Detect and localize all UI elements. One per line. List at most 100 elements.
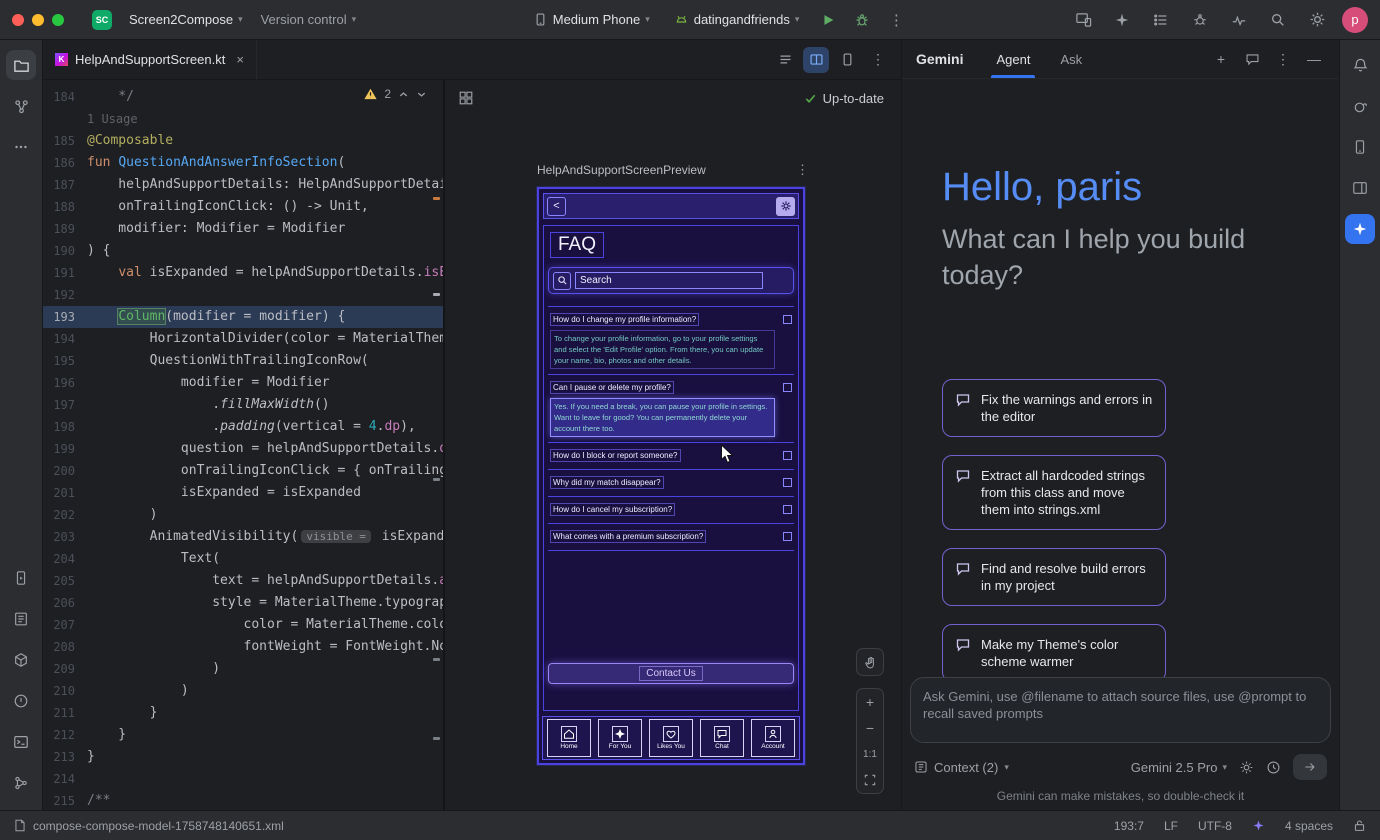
search-bar[interactable]: Search bbox=[548, 267, 794, 294]
nav-item-likes-you[interactable]: Likes You bbox=[649, 719, 693, 757]
profiler-icon[interactable] bbox=[1225, 6, 1253, 34]
minimize-window-button[interactable] bbox=[32, 14, 44, 26]
lock-icon[interactable] bbox=[1353, 819, 1366, 832]
split-view-icon[interactable] bbox=[803, 47, 829, 73]
preview-grid-view-icon[interactable] bbox=[458, 90, 474, 106]
code-line[interactable]: 186fun QuestionAndAnswerInfoSection( bbox=[43, 152, 443, 174]
gemini-tool-icon[interactable] bbox=[1345, 214, 1375, 244]
expand-icon[interactable] bbox=[783, 315, 792, 324]
faq-item[interactable]: How do I block or report someone? bbox=[548, 442, 794, 469]
ai-status-icon[interactable] bbox=[1252, 819, 1265, 832]
code-line[interactable]: 210 ) bbox=[43, 680, 443, 702]
new-chat-icon[interactable]: + bbox=[1210, 48, 1232, 70]
file-encoding[interactable]: UTF-8 bbox=[1198, 819, 1232, 833]
compose-preview-frame[interactable]: < FAQ Search How do I chan bbox=[537, 187, 805, 765]
terminal-icon[interactable] bbox=[6, 727, 36, 757]
faq-item[interactable]: Can I pause or delete my profile?Yes. If… bbox=[548, 374, 794, 442]
faq-item[interactable]: How do I cancel my subscription? bbox=[548, 496, 794, 523]
nav-item-chat[interactable]: Chat bbox=[700, 719, 744, 757]
code-line[interactable]: 208 fontWeight = FontWeight.Normal bbox=[43, 636, 443, 658]
faq-item[interactable]: How do I change my profile information?T… bbox=[548, 306, 794, 374]
faq-item[interactable]: What comes with a premium subscription? bbox=[548, 523, 794, 551]
search-input[interactable]: Search bbox=[575, 272, 763, 289]
more-tool-windows-icon[interactable] bbox=[6, 132, 36, 162]
code-line[interactable]: 212 } bbox=[43, 724, 443, 746]
expand-icon[interactable] bbox=[783, 383, 792, 392]
notifications-bell-icon[interactable] bbox=[1345, 50, 1375, 80]
expand-icon[interactable] bbox=[783, 505, 792, 514]
inspections-widget[interactable]: 2 bbox=[360, 85, 431, 103]
run-button[interactable] bbox=[814, 6, 842, 34]
code-line[interactable]: 201 isExpanded = isExpanded bbox=[43, 482, 443, 504]
device-mirroring-icon[interactable] bbox=[1069, 6, 1097, 34]
prompt-history-icon[interactable] bbox=[1266, 760, 1281, 775]
code-line[interactable]: 209 ) bbox=[43, 658, 443, 680]
gemini-kebab-icon[interactable]: ⋮ bbox=[1272, 48, 1294, 70]
code-line[interactable]: 193 Column(modifier = modifier) { bbox=[43, 306, 443, 328]
code-line[interactable]: 192 bbox=[43, 284, 443, 306]
code-editor[interactable]: 2 184 */1 Usage185@Composable186fun Ques… bbox=[43, 80, 443, 810]
gemini-settings-icon[interactable] bbox=[1239, 760, 1254, 775]
vcs-menu[interactable]: Version control▾ bbox=[252, 6, 366, 34]
code-line[interactable]: 1 Usage bbox=[43, 108, 443, 130]
stripe-mark[interactable] bbox=[433, 478, 440, 481]
ai-assistant-icon[interactable] bbox=[1108, 6, 1136, 34]
code-line[interactable]: 195 QuestionWithTrailingIconRow( bbox=[43, 350, 443, 372]
stripe-mark[interactable] bbox=[433, 737, 440, 740]
expand-icon[interactable] bbox=[783, 532, 792, 541]
project-tool-icon[interactable] bbox=[6, 50, 36, 80]
project-menu[interactable]: Screen2Compose▾ bbox=[120, 6, 252, 34]
editor-kebab-icon[interactable]: ⋮ bbox=[865, 47, 891, 73]
code-line[interactable]: 199 question = helpAndSupportDetails.que… bbox=[43, 438, 443, 460]
faq-item[interactable]: Why did my match disappear? bbox=[548, 469, 794, 496]
device-selector[interactable]: Medium Phone▾ bbox=[524, 6, 659, 34]
contact-us-button[interactable]: Contact Us bbox=[548, 663, 794, 684]
zoom-100-button[interactable]: 1:1 bbox=[857, 741, 883, 767]
close-window-button[interactable] bbox=[12, 14, 24, 26]
gemini-suggestion-card[interactable]: Find and resolve build errors in my proj… bbox=[942, 548, 1166, 606]
nav-item-for-you[interactable]: For You bbox=[598, 719, 642, 757]
preview-top-app-bar[interactable]: < bbox=[543, 193, 799, 219]
back-button[interactable]: < bbox=[547, 197, 566, 216]
settings-icon[interactable] bbox=[1303, 6, 1331, 34]
pull-requests-icon[interactable] bbox=[6, 91, 36, 121]
code-line[interactable]: 194 HorizontalDivider(color = MaterialTh… bbox=[43, 328, 443, 350]
emulator-icon[interactable] bbox=[1345, 173, 1375, 203]
model-selector[interactable]: Gemini 2.5 Pro▾ bbox=[1131, 760, 1227, 775]
stripe-mark[interactable] bbox=[433, 658, 440, 661]
chat-history-icon[interactable] bbox=[1241, 48, 1263, 70]
hide-panel-icon[interactable]: — bbox=[1303, 48, 1325, 70]
gemini-prompt-input[interactable]: Ask Gemini, use @filename to attach sour… bbox=[910, 677, 1331, 743]
gemini-suggestion-card[interactable]: Fix the warnings and errors in the edito… bbox=[942, 379, 1166, 437]
stripe-mark[interactable] bbox=[433, 293, 440, 296]
code-line[interactable]: 196 modifier = Modifier bbox=[43, 372, 443, 394]
code-line[interactable]: 202 ) bbox=[43, 504, 443, 526]
line-separator[interactable]: LF bbox=[1164, 819, 1178, 833]
structure-list-icon[interactable] bbox=[1147, 6, 1175, 34]
code-line[interactable]: 213} bbox=[43, 746, 443, 768]
code-line[interactable]: 206 style = MaterialTheme.typography.bod… bbox=[43, 592, 443, 614]
expand-icon[interactable] bbox=[783, 478, 792, 487]
expand-icon[interactable] bbox=[783, 451, 792, 460]
code-line[interactable]: 214 bbox=[43, 768, 443, 790]
gemini-suggestion-card[interactable]: Extract all hardcoded strings from this … bbox=[942, 455, 1166, 530]
run-configuration-selector[interactable]: datingandfriends▾ bbox=[665, 6, 809, 34]
code-line[interactable]: 198 .padding(vertical = 4.dp), bbox=[43, 416, 443, 438]
code-line[interactable]: 207 color = MaterialTheme.colorScheme.on… bbox=[43, 614, 443, 636]
gemini-tab-agent[interactable]: Agent bbox=[991, 40, 1035, 78]
code-line[interactable]: 211 } bbox=[43, 702, 443, 724]
device-manager-icon[interactable] bbox=[1345, 132, 1375, 162]
more-actions-kebab-icon[interactable]: ⋮ bbox=[882, 6, 910, 34]
prev-problem-icon[interactable] bbox=[398, 89, 409, 100]
code-line[interactable]: 200 onTrailingIconClick = { onTrailingIc… bbox=[43, 460, 443, 482]
code-line[interactable]: 190) { bbox=[43, 240, 443, 262]
build-icon[interactable] bbox=[6, 645, 36, 675]
code-line[interactable]: 205 text = helpAndSupportDetails.answer, bbox=[43, 570, 443, 592]
design-view-icon[interactable] bbox=[834, 47, 860, 73]
settings-gear-icon[interactable] bbox=[776, 197, 795, 216]
code-line[interactable]: 203 AnimatedVisibility(visible = isExpan… bbox=[43, 526, 443, 548]
code-view-icon[interactable] bbox=[772, 47, 798, 73]
editor-tab-helpandsupportscreen[interactable]: K HelpAndSupportScreen.kt × bbox=[43, 40, 257, 79]
send-prompt-button[interactable] bbox=[1293, 754, 1327, 780]
indent-setting[interactable]: 4 spaces bbox=[1285, 819, 1333, 833]
